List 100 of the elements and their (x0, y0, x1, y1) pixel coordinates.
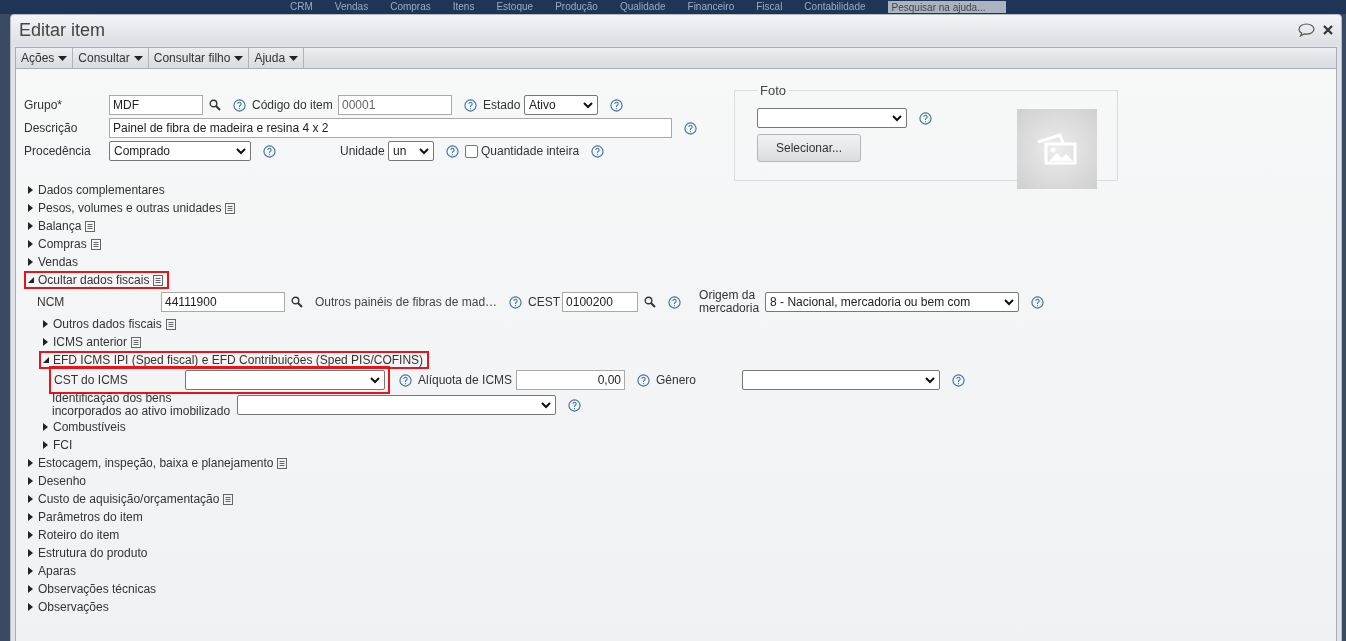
menu-item[interactable]: CRM (290, 1, 313, 13)
help-icon[interactable] (610, 98, 623, 112)
section-header[interactable]: Aparas (24, 562, 83, 580)
section-header[interactable]: Desenho (24, 472, 93, 490)
help-icon[interactable] (509, 295, 523, 309)
notes-icon[interactable] (277, 457, 288, 469)
chevron-down-icon (236, 147, 246, 155)
caret-right-icon (28, 240, 34, 248)
window-title: Editar item (19, 19, 106, 41)
help-icon[interactable] (233, 98, 246, 112)
lookup-field[interactable]: 44111900 (161, 292, 285, 312)
section-label: Desenho (38, 474, 87, 488)
notes-icon[interactable] (165, 318, 176, 330)
caret-right-icon (28, 531, 34, 539)
menu-item[interactable]: Qualidade (619, 1, 666, 13)
menu-item[interactable]: Financeiro (687, 1, 735, 13)
caret-right-icon (43, 320, 49, 328)
text-field[interactable]: Painel de fibra de madeira e resina 4 x 2 (109, 118, 672, 138)
section-label: Aparas (38, 564, 77, 578)
menu-item[interactable]: Contabilidade (804, 1, 866, 13)
close-icon[interactable] (1323, 25, 1333, 35)
section-header[interactable]: Parâmetros do item (24, 508, 149, 526)
section-label: ICMS anterior (53, 335, 128, 349)
search-icon[interactable] (209, 99, 221, 111)
menu-item[interactable]: Produção (555, 1, 598, 13)
section-label: EFD ICMS IPI (Sped fiscal) e EFD Contribuições (Sped PIS/COFINS) (53, 353, 424, 367)
help-icon[interactable] (399, 373, 412, 387)
section-header[interactable]: Roteiro do item (24, 526, 126, 544)
select-field[interactable]: 8 - Nacional, mercadoria ou bem com (765, 292, 1020, 312)
section-header[interactable]: Compras (24, 235, 107, 253)
photo-legend: Foto (757, 83, 789, 98)
section-label: Combustíveis (53, 420, 126, 434)
toolbar-menu-button[interactable]: Ajuda (249, 48, 305, 68)
section-header[interactable]: FCI (39, 436, 79, 454)
help-icon[interactable] (668, 295, 682, 309)
menu-item[interactable]: Itens (452, 1, 475, 13)
search-icon[interactable] (644, 296, 657, 308)
speech-bubble-icon[interactable] (1298, 23, 1315, 37)
section-label: Pesos, volumes e outras unidades (38, 201, 222, 215)
lookup-field[interactable]: MDF (109, 95, 203, 115)
help-icon[interactable] (263, 144, 276, 158)
section-label: FCI (53, 438, 73, 452)
select-field[interactable]: un (388, 141, 434, 161)
section-header[interactable]: Observações (24, 598, 115, 616)
field-label: Alíquota de ICMS (418, 373, 514, 387)
section-header[interactable]: Balança (24, 217, 102, 235)
field-label: Identificação dos bens incorporados ao ativo imobilizado (52, 392, 232, 418)
caret-right-icon (28, 222, 34, 230)
help-icon[interactable] (952, 373, 965, 387)
section-header[interactable]: Vendas (24, 253, 85, 271)
toolbar-menu-button[interactable]: Consultar (73, 48, 149, 68)
help-icon[interactable] (684, 121, 697, 135)
chevron-down-icon (370, 376, 380, 384)
field-label: Procedência (24, 144, 92, 158)
section-label: Ocultar dados fiscais (38, 273, 150, 287)
select-field[interactable] (185, 370, 385, 390)
notes-icon[interactable] (131, 336, 142, 348)
lookup-field[interactable]: 0100200 (562, 292, 639, 312)
menu-item[interactable]: Compras (390, 1, 431, 13)
section-header[interactable]: Estrutura do produto (24, 544, 154, 562)
help-icon[interactable] (919, 111, 932, 125)
chevron-down-icon (892, 114, 902, 122)
chevron-down-icon (583, 101, 593, 109)
select-field[interactable] (237, 395, 556, 415)
notes-icon[interactable] (85, 220, 96, 232)
section-header[interactable]: ICMS anterior (39, 333, 148, 351)
toolbar-menu-button[interactable]: Consultar filho (148, 48, 250, 68)
notes-icon[interactable] (153, 274, 164, 286)
select-field[interactable] (742, 370, 940, 390)
help-search-field[interactable]: Pesquisar na ajuda... (887, 1, 1006, 13)
section-header[interactable]: Ocultar dados fiscais (24, 271, 170, 289)
caret-right-icon (43, 338, 49, 346)
help-icon[interactable] (1031, 295, 1045, 309)
checkbox[interactable] (465, 144, 478, 158)
section-header[interactable]: Estocagem, inspeção, baixa e planejamento (24, 454, 294, 472)
caret-down-icon (28, 276, 34, 284)
section-header[interactable]: Combustíveis (39, 418, 132, 436)
text-field[interactable]: 0,00 (516, 370, 625, 390)
select-field[interactable]: Ativo (524, 95, 598, 115)
menu-item[interactable]: Vendas (334, 1, 369, 13)
notes-icon[interactable] (90, 238, 101, 250)
select-field[interactable] (757, 108, 907, 128)
section-header[interactable]: Custo de aquisição/orçamentação (24, 490, 240, 508)
section-header[interactable]: Observações técnicas (24, 580, 163, 598)
section-label: Estocagem, inspeção, baixa e planejamento (38, 456, 274, 470)
section-header[interactable]: Pesos, volumes e outras unidades (24, 199, 242, 217)
menu-item[interactable]: Estoque (496, 1, 534, 13)
notes-icon[interactable] (225, 202, 236, 214)
help-icon[interactable] (568, 398, 581, 412)
help-icon[interactable] (446, 144, 459, 158)
select-photo-button[interactable]: Selecionar... (757, 134, 861, 162)
toolbar-menu-button[interactable]: Ações (16, 48, 74, 68)
search-icon[interactable] (291, 296, 303, 308)
section-header[interactable]: Outros dados fiscais (39, 315, 182, 333)
help-icon[interactable] (591, 144, 605, 158)
help-icon[interactable] (637, 373, 650, 387)
menu-item[interactable]: Fiscal (756, 1, 783, 13)
notes-icon[interactable] (223, 493, 234, 505)
section-header[interactable]: Dados complementares (24, 181, 171, 199)
select-field[interactable]: Comprado (109, 141, 251, 161)
